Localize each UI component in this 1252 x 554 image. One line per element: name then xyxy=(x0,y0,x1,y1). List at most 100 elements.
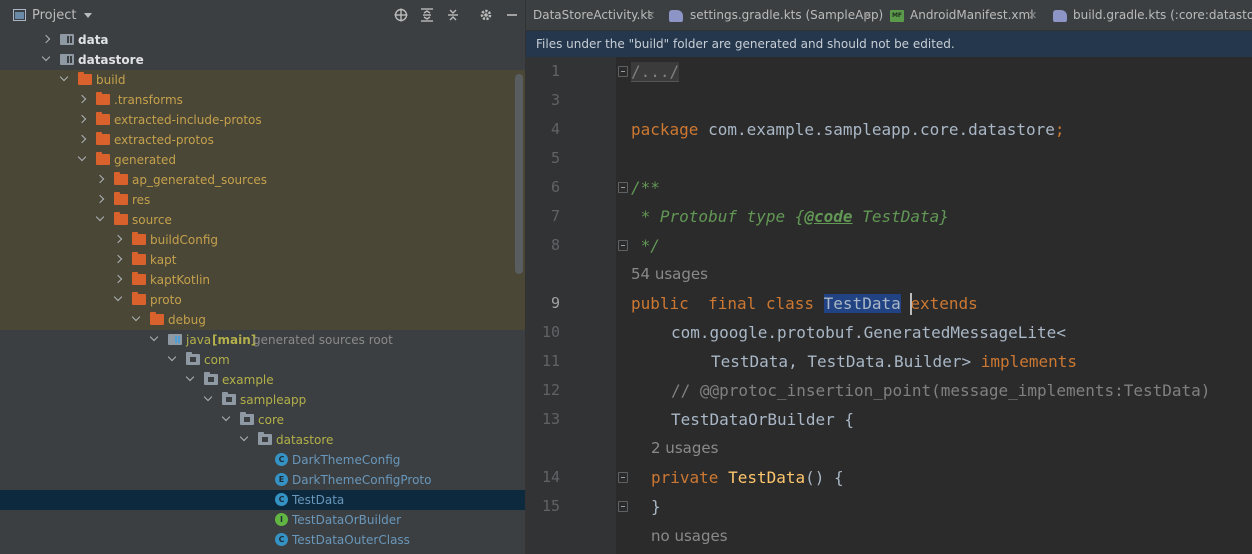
tree-item[interactable]: C TestDataOuterClass xyxy=(0,530,525,550)
tree-item[interactable]: example xyxy=(0,370,525,390)
tab-label: settings.gradle.kts (SampleApp) xyxy=(690,8,884,22)
code-line-6[interactable]: /** xyxy=(631,177,660,199)
source-root-icon xyxy=(168,334,182,345)
tree-item[interactable]: proto xyxy=(0,290,525,310)
project-view-selector[interactable]: Project xyxy=(32,8,76,23)
crosshair-icon[interactable] xyxy=(393,7,409,23)
code-line-10[interactable]: com.google.protobuf.GeneratedMessageLite… xyxy=(671,322,1066,344)
project-tree-scrollbar[interactable] xyxy=(515,74,523,274)
tree-item[interactable]: kapt xyxy=(0,250,525,270)
chevron-right-icon[interactable] xyxy=(41,30,53,50)
usages-hint[interactable]: 54 usages xyxy=(631,265,708,283)
usages-hint[interactable]: 2 usages xyxy=(651,439,718,457)
tree-item[interactable]: datastore xyxy=(0,430,525,450)
doc-comment: TestData} xyxy=(852,207,949,226)
project-panel: Project data datastore build .transforms ext… xyxy=(0,0,525,554)
chevron-down-icon[interactable] xyxy=(149,330,161,350)
tree-item[interactable]: core xyxy=(0,410,525,430)
fold-marker-icon[interactable] xyxy=(618,472,628,483)
chevron-down-icon[interactable] xyxy=(41,50,53,70)
chevron-down-icon[interactable] xyxy=(84,13,92,18)
tree-item-label: buildConfig xyxy=(150,233,219,247)
tree-item[interactable]: generated xyxy=(0,150,525,170)
tab-datastoreactivity[interactable]: DataStoreActivity.kt ✕ xyxy=(533,0,655,31)
tree-item[interactable]: datastore xyxy=(0,50,525,70)
tree-item[interactable]: build xyxy=(0,70,525,90)
tree-item[interactable]: source xyxy=(0,210,525,230)
code-line-1[interactable]: /.../ xyxy=(631,61,680,83)
minimize-icon[interactable] xyxy=(504,7,520,23)
code-line-7[interactable]: * Protobuf type {@code TestData} xyxy=(631,206,949,228)
chevron-right-icon[interactable] xyxy=(95,170,107,190)
source-root-note: generated sources root xyxy=(253,333,393,347)
chevron-down-icon[interactable] xyxy=(185,370,197,390)
tree-item-label: DarkThemeConfigProto xyxy=(292,473,432,487)
semicolon: ; xyxy=(1054,120,1065,139)
tree-item[interactable]: buildConfig xyxy=(0,230,525,250)
chevron-down-icon[interactable] xyxy=(59,70,71,90)
fold-marker-icon[interactable] xyxy=(618,66,628,77)
chevron-down-icon[interactable] xyxy=(203,390,215,410)
tree-item-label: TestData xyxy=(292,493,345,507)
tree-item[interactable]: debug xyxy=(0,310,525,330)
code-line-9[interactable]: public final class TestData extends xyxy=(631,293,978,315)
usages-hint[interactable]: no usages xyxy=(651,527,728,545)
chevron-right-icon[interactable] xyxy=(77,130,89,150)
folded-region[interactable]: /.../ xyxy=(631,62,680,82)
tree-item[interactable]: sampleapp xyxy=(0,390,525,410)
chevron-down-icon[interactable] xyxy=(131,310,143,330)
tree-item[interactable]: res xyxy=(0,190,525,210)
tree-item[interactable]: data xyxy=(0,30,525,50)
line-number: 11 xyxy=(541,352,560,370)
expand-all-icon[interactable] xyxy=(419,7,435,23)
chevron-down-icon[interactable] xyxy=(95,210,107,230)
code-line-11[interactable]: TestData, TestData.Builder> implements xyxy=(711,351,1077,373)
close-icon[interactable]: ✕ xyxy=(1028,0,1037,31)
code-line-15[interactable]: } xyxy=(651,496,661,518)
chevron-down-icon[interactable] xyxy=(167,350,179,370)
chevron-right-icon[interactable] xyxy=(77,110,89,130)
tree-item[interactable]: extracted-protos xyxy=(0,130,525,150)
tree-item-label: build xyxy=(96,73,126,87)
close-icon[interactable]: ✕ xyxy=(646,0,655,31)
gear-icon[interactable] xyxy=(478,7,494,23)
tree-item[interactable]: kaptKotlin xyxy=(0,270,525,290)
tree-item[interactable]: com xyxy=(0,350,525,370)
folder-icon xyxy=(114,172,128,185)
chevron-right-icon[interactable] xyxy=(77,90,89,110)
tree-item[interactable]: ap_generated_sources xyxy=(0,170,525,190)
fold-marker-icon[interactable] xyxy=(618,182,628,193)
chevron-down-icon[interactable] xyxy=(77,150,89,170)
tree-item-label: proto xyxy=(150,293,182,307)
tree-item-label: ap_generated_sources xyxy=(132,173,268,187)
close-icon[interactable]: ✕ xyxy=(863,0,872,31)
chevron-right-icon[interactable] xyxy=(95,190,107,210)
tree-item-label: sampleapp xyxy=(240,393,307,407)
tree-item[interactable]: E DarkThemeConfigProto xyxy=(0,470,525,490)
line-number: 15 xyxy=(541,497,560,515)
tree-item[interactable]: C TestData xyxy=(0,490,525,510)
chevron-right-icon[interactable] xyxy=(113,270,125,290)
code-line-12[interactable]: // @@protoc_insertion_point(message_impl… xyxy=(671,380,1210,402)
tree-item[interactable]: .transforms xyxy=(0,90,525,110)
code-line-14[interactable]: private TestData() { xyxy=(651,467,844,489)
folder-icon xyxy=(186,352,200,365)
code-line-4[interactable]: package com.example.sampleapp.core.datas… xyxy=(631,119,1065,141)
chevron-right-icon[interactable] xyxy=(113,230,125,250)
chevron-right-icon[interactable] xyxy=(113,250,125,270)
class-name-selected[interactable]: TestData xyxy=(823,294,901,313)
gradle-icon xyxy=(1053,10,1067,22)
chevron-down-icon[interactable] xyxy=(113,290,125,310)
collapse-all-icon[interactable] xyxy=(445,7,461,23)
code-line-8[interactable]: */ xyxy=(631,235,660,257)
code-line-13[interactable]: TestDataOrBuilder { xyxy=(671,409,854,431)
fold-marker-icon[interactable] xyxy=(618,240,628,251)
chevron-down-icon[interactable] xyxy=(239,430,251,450)
fold-marker-icon[interactable] xyxy=(618,501,628,512)
tree-item[interactable]: I TestDataOrBuilder xyxy=(0,510,525,530)
tree-item[interactable]: C DarkThemeConfig xyxy=(0,450,525,470)
chevron-down-icon[interactable] xyxy=(221,410,233,430)
class-icon: C xyxy=(275,533,288,546)
tree-item[interactable]: extracted-include-protos xyxy=(0,110,525,130)
tree-item[interactable]: java [main] generated sources root xyxy=(0,330,525,350)
